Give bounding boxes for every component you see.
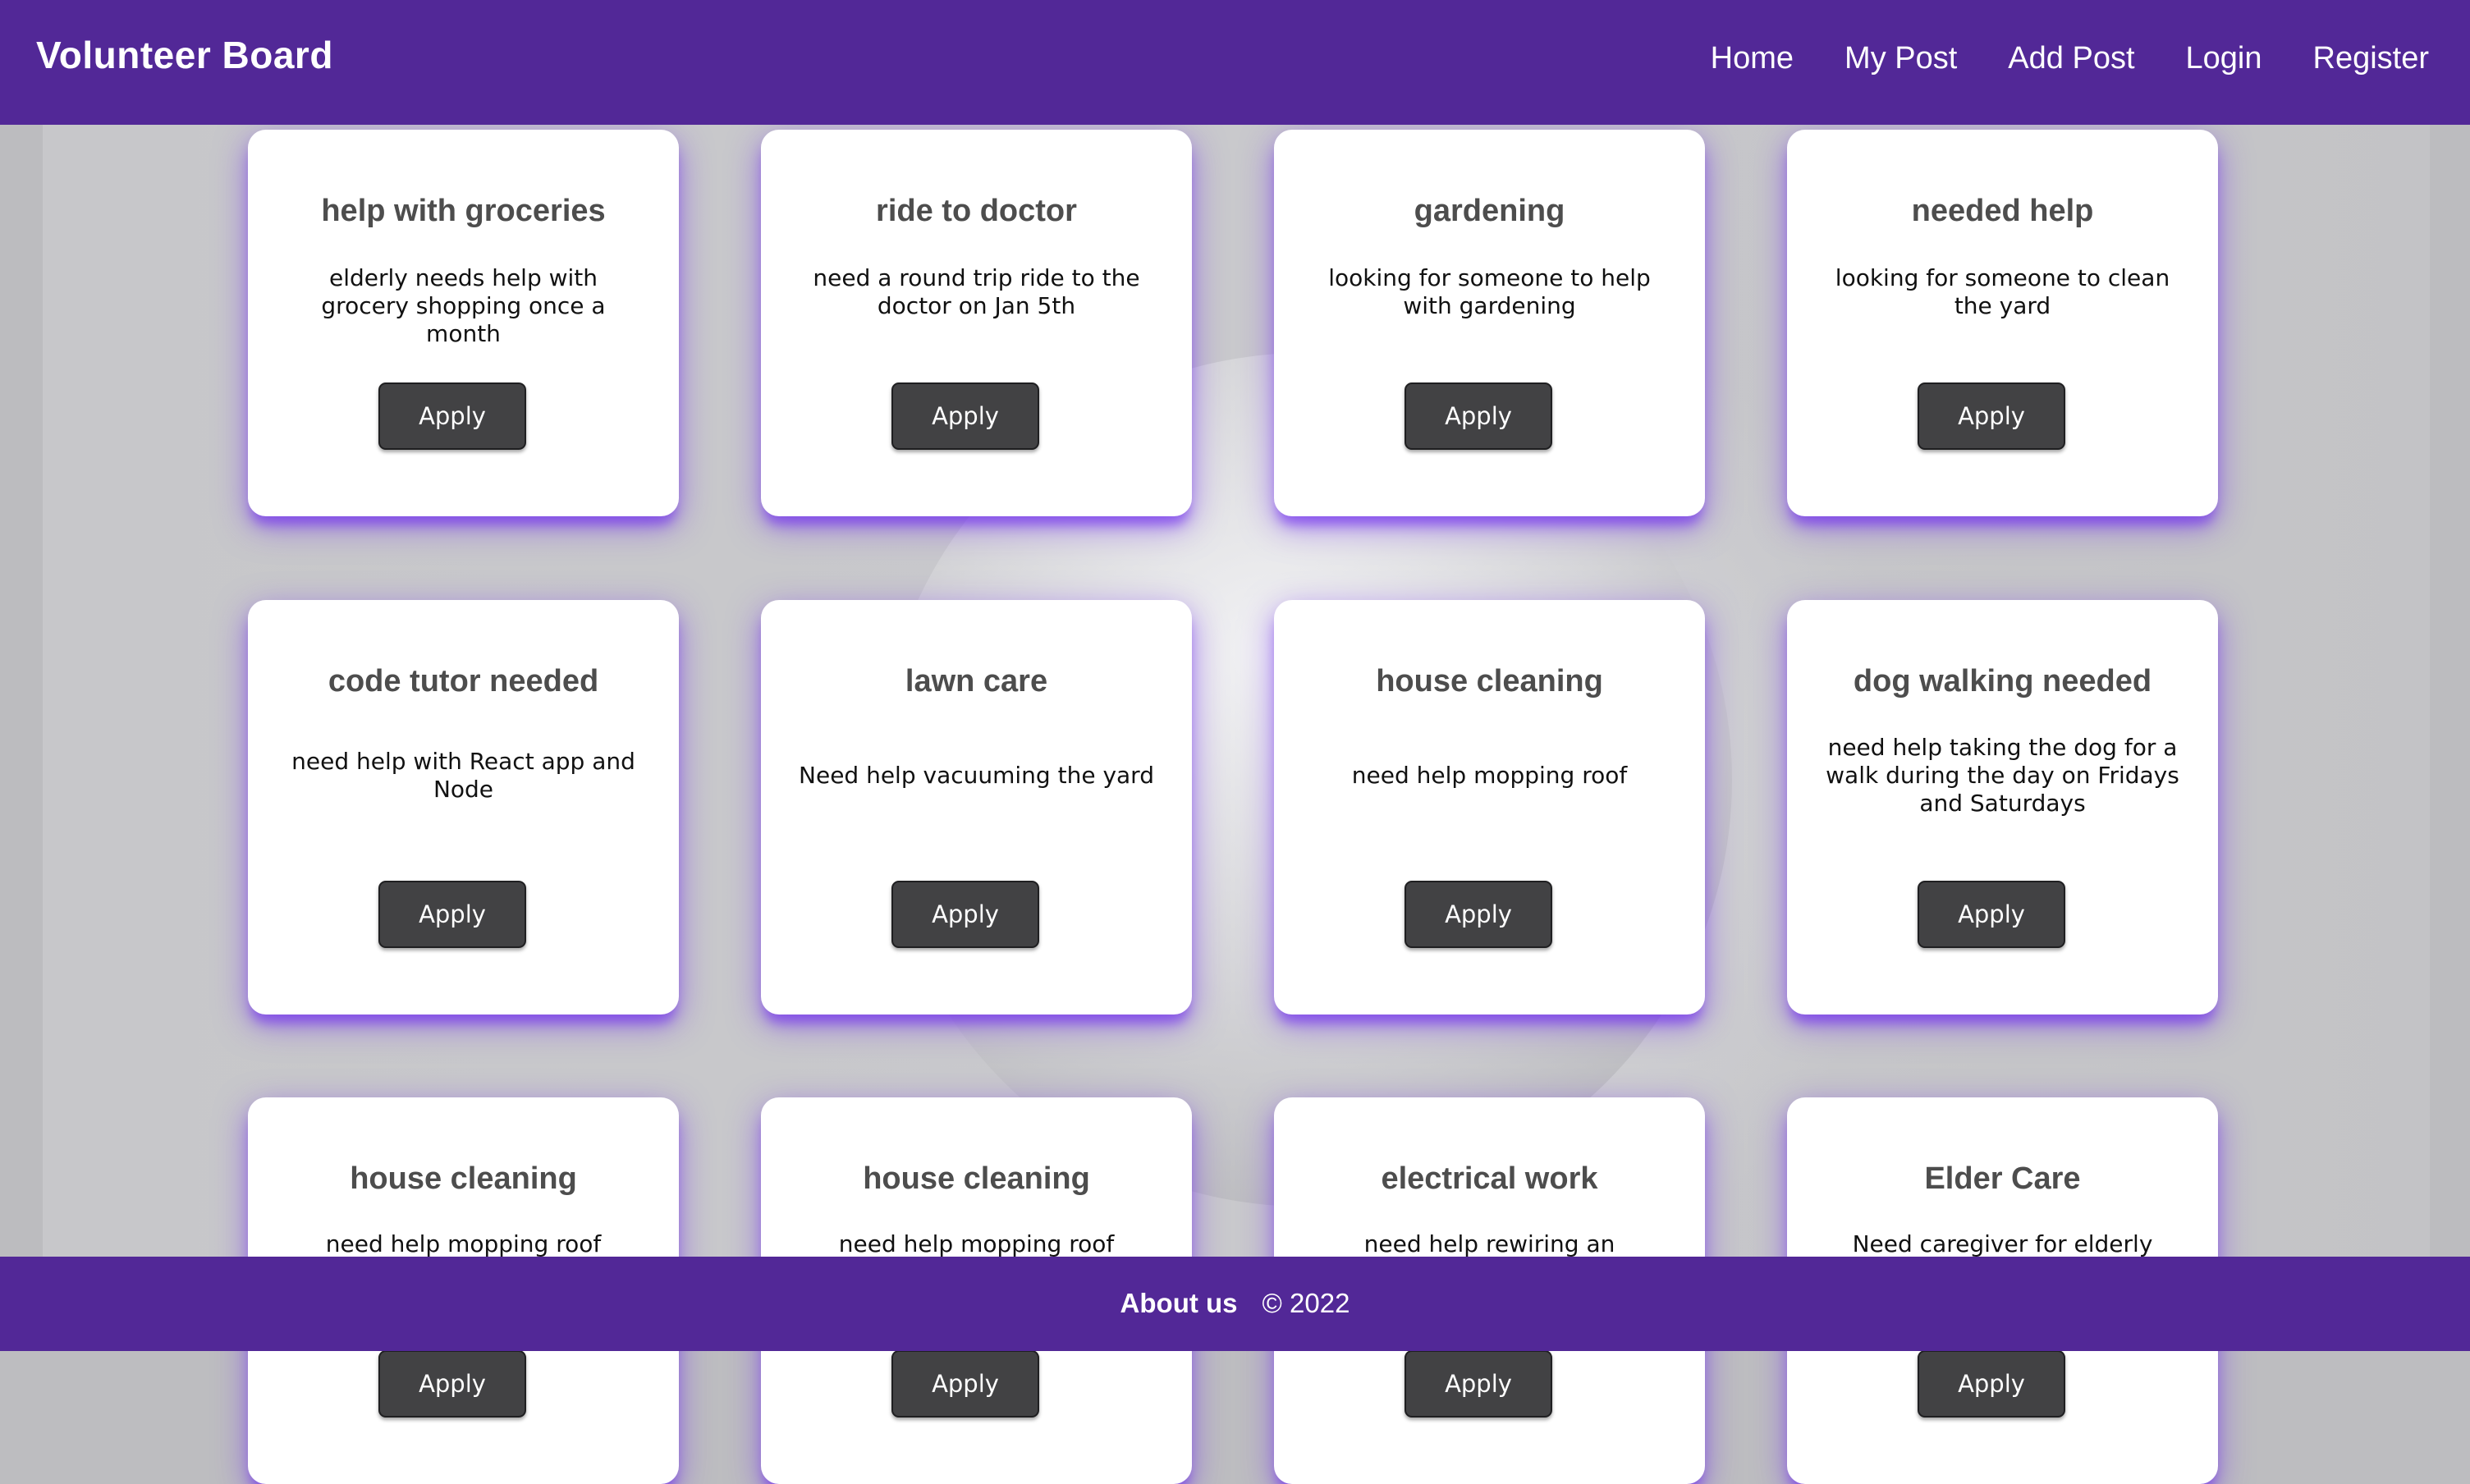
post-card: code tutor needed need help with React a… xyxy=(248,600,679,1015)
card-title: house cleaning xyxy=(1376,664,1603,698)
card-title: lawn care xyxy=(905,664,1048,698)
post-card: gardening looking for someone to help wi… xyxy=(1274,130,1705,516)
nav-my-post[interactable]: My Post xyxy=(1844,41,1957,76)
nav-home[interactable]: Home xyxy=(1711,41,1794,76)
apply-button[interactable]: Apply xyxy=(378,382,526,450)
card-title: electrical work xyxy=(1381,1161,1598,1196)
card-title: code tutor needed xyxy=(328,664,599,698)
card-title: needed help xyxy=(1911,194,2094,228)
nav-add-post[interactable]: Add Post xyxy=(2008,41,2134,76)
card-description: elderly needs help with grocery shopping… xyxy=(321,264,606,347)
card-description: need help mopping roof xyxy=(1351,762,1628,789)
post-card: house cleaning need help mopping roof Ap… xyxy=(1274,600,1705,1015)
apply-button[interactable]: Apply xyxy=(1918,1350,2065,1418)
brand-title[interactable]: Volunteer Board xyxy=(36,33,333,77)
card-title: house cleaning xyxy=(863,1161,1090,1196)
nav-register[interactable]: Register xyxy=(2313,41,2430,76)
apply-button[interactable]: Apply xyxy=(1918,382,2065,450)
nav-login[interactable]: Login xyxy=(2186,41,2262,76)
post-card: lawn care Need help vacuuming the yard A… xyxy=(761,600,1192,1015)
card-description: looking for someone to clean the yard xyxy=(1835,264,2170,319)
card-description: looking for someone to help with gardeni… xyxy=(1328,264,1651,319)
apply-button[interactable]: Apply xyxy=(891,881,1039,948)
apply-button[interactable]: Apply xyxy=(1405,1350,1552,1418)
post-card: needed help looking for someone to clean… xyxy=(1787,130,2218,516)
card-title: house cleaning xyxy=(350,1161,577,1196)
card-description: need a round trip ride to the doctor on … xyxy=(813,264,1140,319)
apply-button[interactable]: Apply xyxy=(891,382,1039,450)
card-description: Need help vacuuming the yard xyxy=(799,762,1154,789)
footer: About us © 2022 xyxy=(0,1257,2470,1351)
card-description: need help mopping roof xyxy=(838,1230,1115,1257)
post-card: help with groceries elderly needs help w… xyxy=(248,130,679,516)
card-title: dog walking needed xyxy=(1853,664,2152,698)
about-us-link[interactable]: About us xyxy=(1120,1288,1238,1318)
card-description: need help with React app and Node xyxy=(291,748,635,803)
post-grid: help with groceries elderly needs help w… xyxy=(0,0,2470,1484)
card-title: gardening xyxy=(1414,194,1565,228)
apply-button[interactable]: Apply xyxy=(378,1350,526,1418)
post-card: ride to doctor need a round trip ride to… xyxy=(761,130,1192,516)
post-card: dog walking needed need help taking the … xyxy=(1787,600,2218,1015)
card-title: help with groceries xyxy=(321,194,606,228)
card-title: Elder Care xyxy=(1924,1161,2081,1196)
apply-button[interactable]: Apply xyxy=(378,881,526,948)
apply-button[interactable]: Apply xyxy=(1405,382,1552,450)
card-title: ride to doctor xyxy=(876,194,1077,228)
apply-button[interactable]: Apply xyxy=(891,1350,1039,1418)
copyright-text: © 2022 xyxy=(1262,1288,1350,1318)
apply-button[interactable]: Apply xyxy=(1918,881,2065,948)
main-nav: Home My Post Add Post Login Register xyxy=(1711,41,2429,76)
top-navbar: Volunteer Board Home My Post Add Post Lo… xyxy=(0,0,2470,125)
apply-button[interactable]: Apply xyxy=(1405,881,1552,948)
footer-content: About us © 2022 xyxy=(0,1288,2470,1319)
card-description: need help mopping roof xyxy=(325,1230,602,1257)
card-description: need help taking the dog for a walk duri… xyxy=(1826,734,2179,817)
